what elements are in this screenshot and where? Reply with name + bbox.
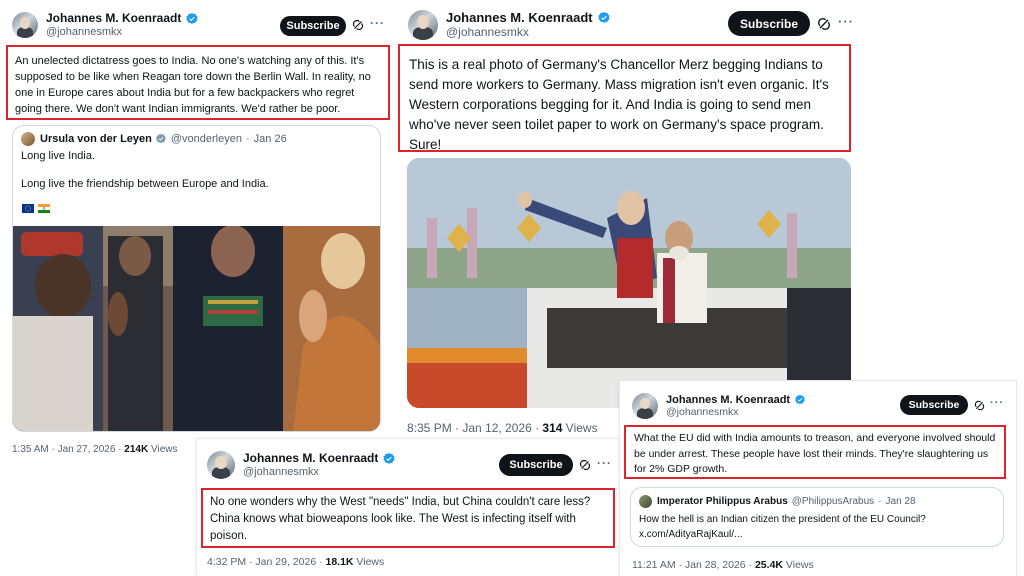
subscribe-button[interactable]: Subscribe bbox=[900, 395, 968, 415]
tweet-header: Johannes M. Koenraadt @johannesmkx bbox=[12, 11, 199, 39]
verified-badge-icon bbox=[383, 452, 396, 464]
tweet-header: Johannes M. Koenraadt @johannesmkx bbox=[632, 393, 806, 419]
avatar[interactable] bbox=[12, 12, 38, 39]
views-label: Views bbox=[148, 444, 178, 455]
tweet-card-4: Johannes M. Koenraadt @johannesmkx Subsc… bbox=[620, 381, 1016, 576]
india-flag-icon bbox=[38, 204, 50, 213]
tweet-photo[interactable] bbox=[407, 158, 851, 408]
views-label: Views bbox=[783, 559, 814, 571]
quoted-handle[interactable]: @PhilippusArabus bbox=[792, 496, 874, 507]
grok-icon[interactable] bbox=[579, 459, 591, 471]
avatar[interactable] bbox=[21, 132, 35, 146]
quoted-author-name[interactable]: Ursula von der Leyen bbox=[40, 133, 152, 145]
views-label: Views bbox=[353, 556, 385, 568]
tweet-meta: 11:21 AM · Jan 28, 2026 · 25.4K Views bbox=[632, 559, 814, 571]
avatar[interactable] bbox=[639, 495, 652, 508]
tweet-card-1: Johannes M. Koenraadt @johannesmkx Subsc… bbox=[0, 0, 400, 460]
more-icon[interactable]: ··· bbox=[838, 14, 854, 29]
tweet-text: No one wonders why the West "needs" Indi… bbox=[201, 488, 615, 548]
verified-badge-icon bbox=[155, 133, 166, 144]
quoted-date[interactable]: Jan 26 bbox=[254, 133, 287, 145]
tweet-header: Johannes M. Koenraadt @johannesmkx bbox=[408, 10, 611, 40]
avatar[interactable] bbox=[408, 10, 438, 40]
quoted-author-name[interactable]: Imperator Philippus Arabus bbox=[657, 496, 788, 507]
quoted-handle[interactable]: @vonderleyen bbox=[171, 133, 242, 145]
subscribe-button[interactable]: Subscribe bbox=[728, 11, 810, 36]
views-count: 214K bbox=[124, 444, 149, 455]
more-icon[interactable]: ··· bbox=[990, 397, 1004, 409]
tweet-photo[interactable] bbox=[13, 226, 380, 432]
quoted-link[interactable]: x.com/AdityaRajKaul/... bbox=[639, 529, 742, 540]
avatar[interactable] bbox=[632, 393, 658, 419]
author-handle[interactable]: @johannesmkx bbox=[446, 25, 611, 40]
flags-row bbox=[22, 204, 50, 213]
author-name[interactable]: Johannes M. Koenraadt bbox=[666, 394, 790, 407]
verified-badge-icon bbox=[186, 12, 199, 24]
tweet-text: This is a real photo of Germany's Chance… bbox=[398, 44, 851, 152]
verified-badge-icon bbox=[597, 11, 610, 24]
tweet-timestamp[interactable]: 1:35 AM · Jan 27, 2026 · bbox=[12, 444, 124, 455]
grok-icon[interactable] bbox=[817, 17, 831, 31]
quoted-text-line1: Long live India. bbox=[21, 150, 95, 162]
more-icon[interactable]: ··· bbox=[597, 456, 612, 470]
tweet-meta: 4:32 PM · Jan 29, 2026 · 18.1K Views bbox=[207, 556, 384, 568]
quoted-text-line1: How the hell is an Indian citizen the pr… bbox=[639, 514, 926, 525]
author-handle[interactable]: @johannesmkx bbox=[46, 26, 199, 39]
author-name[interactable]: Johannes M. Koenraadt bbox=[446, 10, 593, 26]
subscribe-button[interactable]: Subscribe bbox=[280, 16, 346, 36]
tweet-header: Johannes M. Koenraadt @johannesmkx bbox=[207, 451, 396, 479]
author-handle[interactable]: @johannesmkx bbox=[666, 406, 806, 418]
quoted-text-line2: Long live the friendship between Europe … bbox=[21, 178, 269, 190]
verified-badge-icon bbox=[795, 394, 805, 405]
subscribe-button[interactable]: Subscribe bbox=[499, 454, 573, 476]
tweet-meta: 8:35 PM · Jan 12, 2026 · 314 Views bbox=[407, 421, 598, 435]
tweet-text: What the EU did with India amounts to tr… bbox=[624, 425, 1006, 479]
author-handle[interactable]: @johannesmkx bbox=[243, 466, 396, 479]
tweet-meta: 1:35 AM · Jan 27, 2026 · 214K Views bbox=[12, 444, 177, 455]
views-label: Views bbox=[562, 421, 598, 435]
views-count: 25.4K bbox=[754, 559, 783, 571]
tweet-text: An unelected dictatress goes to India. N… bbox=[6, 45, 390, 120]
grok-icon[interactable] bbox=[974, 400, 985, 411]
tweet-timestamp[interactable]: 8:35 PM · Jan 12, 2026 · bbox=[407, 421, 542, 435]
quoted-tweet[interactable]: Ursula von der Leyen @vonderleyen · Jan … bbox=[12, 125, 381, 432]
quoted-date[interactable]: Jan 28 bbox=[886, 496, 916, 507]
grok-icon[interactable] bbox=[352, 19, 364, 31]
avatar[interactable] bbox=[207, 451, 235, 479]
views-count: 18.1K bbox=[325, 556, 354, 568]
tweet-card-3: Johannes M. Koenraadt @johannesmkx Subsc… bbox=[197, 439, 623, 576]
tweet-timestamp[interactable]: 11:21 AM · Jan 28, 2026 · bbox=[632, 559, 755, 571]
views-count: 314 bbox=[542, 421, 563, 435]
tweet-card-2: Johannes M. Koenraadt @johannesmkx Subsc… bbox=[396, 0, 866, 440]
quoted-tweet[interactable]: Imperator Philippus Arabus @PhilippusAra… bbox=[630, 487, 1004, 547]
author-name[interactable]: Johannes M. Koenraadt bbox=[243, 451, 378, 466]
eu-flag-icon bbox=[22, 204, 34, 213]
author-name[interactable]: Johannes M. Koenraadt bbox=[46, 11, 181, 26]
more-icon[interactable]: ··· bbox=[370, 16, 385, 30]
tweet-timestamp[interactable]: 4:32 PM · Jan 29, 2026 · bbox=[207, 556, 325, 568]
